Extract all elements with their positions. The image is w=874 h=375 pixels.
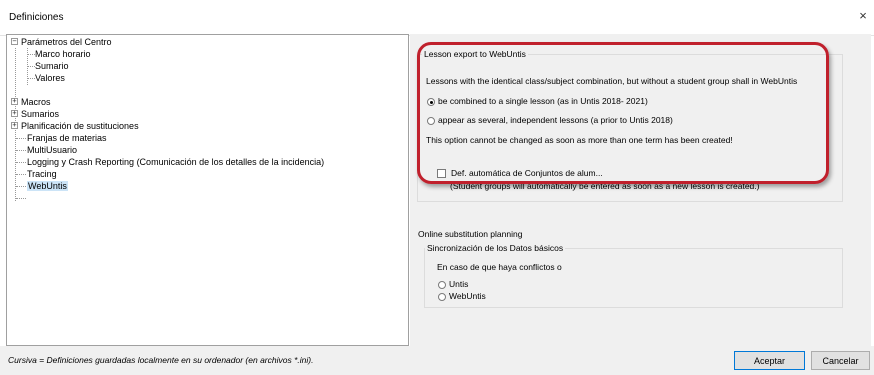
radio-webuntis-label[interactable]: WebUntis [449,291,486,302]
tree-item-franjas[interactable]: Franjas de materias [27,132,107,144]
tree-connector [16,186,26,187]
tree-item-label: WebUntis [27,181,68,191]
tree-item-label: Valores [35,73,65,83]
tree-item-label: Parámetros del Centro [21,37,112,47]
tree-connector [16,162,26,163]
tree-item-webuntis[interactable]: WebUntis [27,180,68,192]
tree-item-valores[interactable]: Valores [35,72,65,84]
tree-connector [28,54,35,55]
tree-item-label: Marco horario [35,49,91,59]
tree-item-label: Planificación de sustituciones [21,121,139,131]
tree-item-label: Sumario [35,61,69,71]
tree-connector [16,198,26,199]
tree-item-label: Logging y Crash Reporting (Comunicación … [27,157,325,167]
radio-untis[interactable] [438,281,446,289]
tree-item-label: Sumarios [21,109,60,119]
tree-connector [28,66,35,67]
highlight-annotation [417,42,829,184]
tree-item-label: MultiUsuario [27,145,78,155]
radio-untis-label[interactable]: Untis [449,279,468,290]
collapse-icon[interactable]: − [11,38,18,45]
tree-item-tracing[interactable]: Tracing [27,168,57,180]
online-sub-heading: Online substitution planning [418,229,523,239]
settings-tree[interactable]: − Parámetros del Centro Marco horario Su… [6,34,409,346]
tree-connector [16,174,26,175]
sync-group: Sincronización de los Datos básicos [424,243,843,308]
tree-item-label: Franjas de materias [27,133,107,143]
window-title: Definiciones [9,12,64,23]
expand-icon[interactable]: + [11,110,18,117]
tree-connector [28,78,35,79]
tree-item-logging[interactable]: Logging y Crash Reporting (Comunicación … [27,156,324,168]
radio-webuntis[interactable] [438,293,446,301]
tree-item-label: Tracing [27,169,57,179]
dialog-footer: Cursiva = Definiciones guardadas localme… [0,346,874,375]
tree-item-marco-horario[interactable]: Marco horario [35,48,91,60]
expand-icon[interactable]: + [11,122,18,129]
tree-connector [16,138,26,139]
title-bar: Definiciones × [0,0,874,36]
ok-button[interactable]: Aceptar [734,351,805,370]
footer-note: Cursiva = Definiciones guardadas localme… [8,355,314,365]
cancel-button[interactable]: Cancelar [811,351,870,370]
group-title: Sincronización de los Datos básicos [425,243,566,254]
expand-icon[interactable]: + [11,98,18,105]
tree-item-sumario[interactable]: Sumario [35,60,69,72]
close-icon[interactable]: × [856,9,870,23]
tree-item-multiusuario[interactable]: MultiUsuario [27,144,77,156]
tree-connector [16,150,26,151]
tree-item-label: Macros [21,97,51,107]
conflict-label: En caso de que haya conflictos o [437,262,562,272]
